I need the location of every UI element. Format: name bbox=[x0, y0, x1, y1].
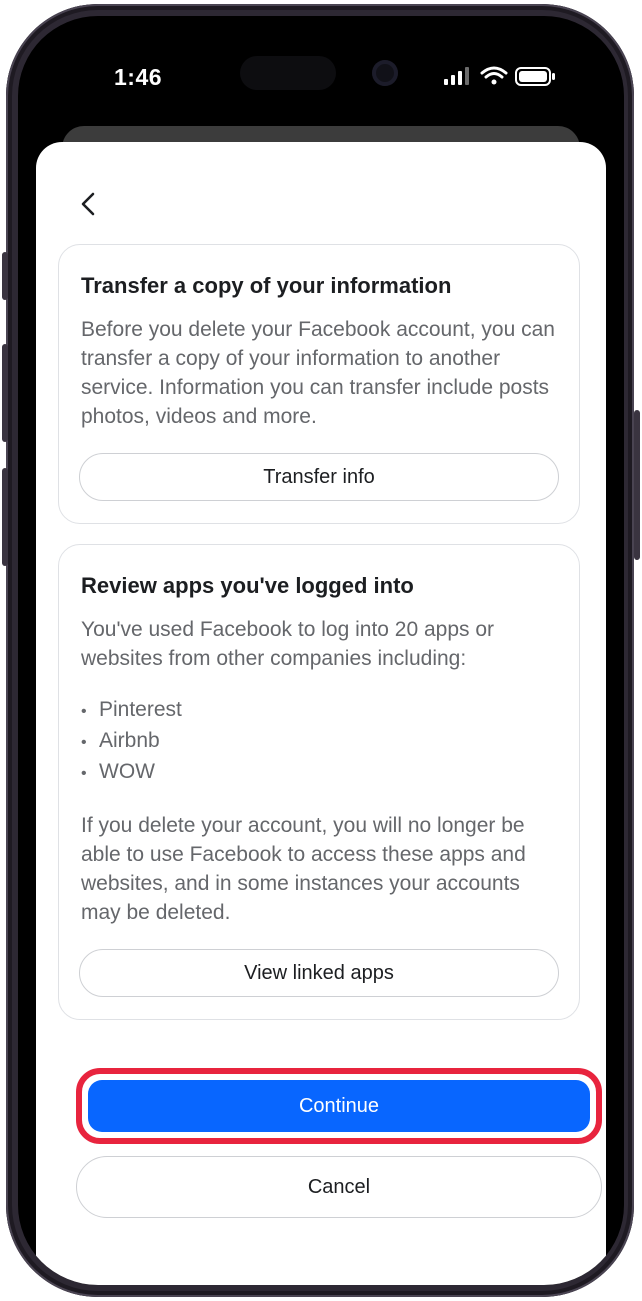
phone-action-button bbox=[2, 252, 8, 300]
transfer-info-card: Transfer a copy of your information Befo… bbox=[58, 244, 580, 524]
transfer-info-button[interactable]: Transfer info bbox=[79, 453, 559, 501]
camera-icon bbox=[372, 60, 398, 86]
delete-account-sheet: Transfer a copy of your information Befo… bbox=[36, 142, 606, 1285]
phone-volume-up-button bbox=[2, 344, 8, 442]
list-item: Airbnb bbox=[81, 726, 182, 757]
status-icons bbox=[444, 66, 555, 86]
transfer-card-description: Before you delete your Facebook account,… bbox=[81, 318, 555, 428]
view-linked-apps-button[interactable]: View linked apps bbox=[79, 949, 559, 997]
apps-card-intro: You've used Facebook to log into 20 apps… bbox=[81, 618, 495, 670]
cellular-signal-icon bbox=[444, 67, 469, 85]
linked-apps-card: Review apps you've logged into You've us… bbox=[58, 544, 580, 1020]
apps-card-warning: If you delete your account, you will no … bbox=[81, 814, 526, 924]
cancel-button[interactable]: Cancel bbox=[76, 1156, 602, 1218]
app-list: Pinterest Airbnb WOW bbox=[81, 695, 182, 788]
list-item: Pinterest bbox=[81, 695, 182, 726]
transfer-card-title: Transfer a copy of your information bbox=[81, 273, 452, 298]
phone-power-button bbox=[634, 410, 640, 560]
status-time: 1:46 bbox=[114, 64, 163, 90]
battery-icon bbox=[515, 67, 555, 86]
list-item: WOW bbox=[81, 757, 182, 788]
continue-button[interactable]: Continue bbox=[88, 1080, 590, 1132]
chevron-left-icon bbox=[81, 192, 95, 216]
back-button[interactable] bbox=[66, 182, 110, 226]
phone-volume-down-button bbox=[2, 468, 8, 566]
apps-card-title: Review apps you've logged into bbox=[81, 573, 414, 598]
dynamic-island bbox=[240, 56, 336, 90]
phone-screen: 1:46 Transfer a copy of your information… bbox=[18, 16, 624, 1285]
wifi-icon bbox=[480, 66, 508, 85]
